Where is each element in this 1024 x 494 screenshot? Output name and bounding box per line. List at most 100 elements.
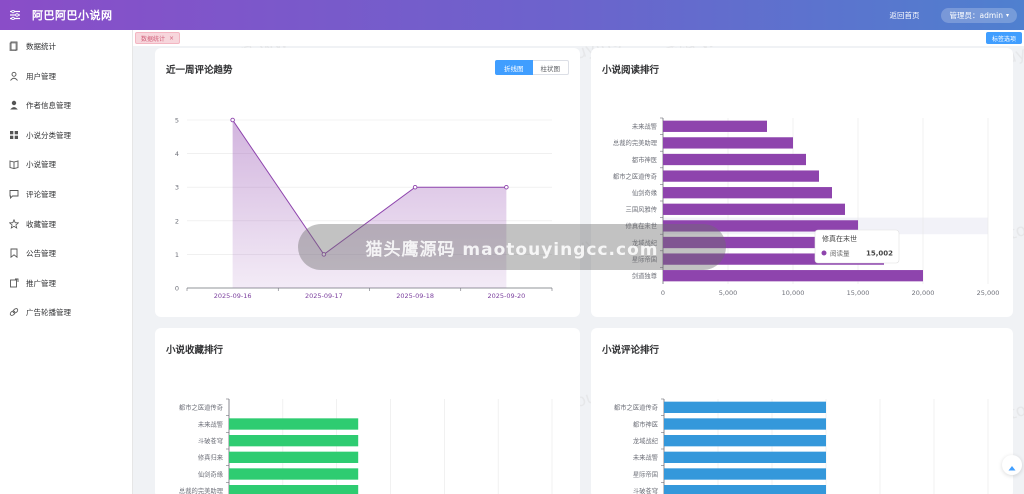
close-icon[interactable]: × [169,35,174,42]
tag-options-button[interactable]: 标签选项 [985,32,1022,44]
y-tick-label: 修真归来 [198,453,224,462]
bar [663,137,793,149]
sidebar-item-collections[interactable]: 收藏管理 [0,214,132,234]
data-point [230,117,235,123]
star-icon [9,219,19,229]
sidebar-item-label: 广告轮播管理 [26,307,71,317]
bar [229,468,359,480]
sidebar-item-novels[interactable]: 小说管理 [0,154,132,174]
sidebar-item-categories[interactable]: 小说分类管理 [0,125,132,145]
bar [663,187,832,199]
watermark-banner: 猫头鹰源码 maotouyingcc.com [298,224,726,270]
sidebar-item-label: 作者信息管理 [26,100,71,110]
comment-trend-card: 近一周评论趋势 折线图 柱状图 0 1 2 3 4 5 2025-09-16 2025-09-… [155,48,580,317]
sidebar-item-promotion[interactable]: 推广管理 [0,273,132,293]
bar [663,153,806,166]
comment-rank-chart: 都市之医道传奇都市神医龙域战纪未来战警星际帝国斗破苍穹 [614,398,989,494]
tooltip-value: 15,002 [866,250,893,258]
bar [664,435,826,447]
grid-icon [9,130,19,140]
reading-rank-chart: 0 5,000 10,000 15,000 20,000 25,000 未来战警总裁的完美助… [613,117,1000,297]
collection-rank-card: 小说收藏排行 都市之医道传奇 未来战警 斗破苍穹 修真归来 仙剑奇缘 总裁的完美助理 [155,328,580,494]
y-tick-label: 总裁的完美助理 [179,486,224,494]
y-tick-label: 龙域战纪 [633,436,659,445]
tooltip-title: 修真在末世 [822,234,857,243]
y-tick-label: 斗破苍穹 [633,486,658,494]
sidebar-item-label: 收藏管理 [26,219,56,229]
y-tick-label: 0 [175,285,179,293]
y-tick-label: 总裁的完美助理 [613,138,658,147]
app-title: 阿巴阿巴小说网 [32,9,113,22]
tag-bar: 数据统计 × 标签选项 [133,30,1024,46]
y-tick-label: 4 [175,150,179,158]
caret-down-icon: ▾ [1005,11,1009,19]
document-icon [9,41,19,51]
bar [663,120,767,132]
sidebar-item-ad-carousel[interactable]: 广告轮播管理 [0,302,132,322]
y-tick-label: 都市之医道传奇 [614,403,658,412]
comment-trend-chart: 0 1 2 3 4 5 2025-09-16 2025-09-17 2025-09-18 2025… [175,117,553,300]
y-tick-label: 1 [175,251,179,259]
x-tick-label: 0 [661,289,665,297]
data-point [412,184,418,190]
y-tick-label: 都市之医道传奇 [613,171,657,180]
sidebar-item-label: 评论管理 [26,189,56,199]
sidebar-item-label: 公告管理 [26,248,56,258]
y-tick-label: 3 [175,184,179,192]
data-point [504,184,509,190]
sidebar-item-users[interactable]: 用户管理 [0,66,132,86]
tag-data-stats[interactable]: 数据统计 × [135,32,181,44]
y-tick-label: 仙剑奇缘 [632,188,658,197]
menu-toggle-icon[interactable] [0,0,30,30]
return-home-link[interactable]: 返回首页 [889,10,919,21]
y-tick-label: 5 [175,117,179,125]
collection-rank-chart: 都市之医道传奇未来战警斗破苍穹修真归来仙剑奇缘总裁的完美助理 [179,398,553,494]
admin-dropdown[interactable]: 管理员：admin ▾ [941,7,1017,23]
reading-rank-card: 小说阅读排行 0 5,000 10,000 15,000 20,000 25,000 未来战… [591,48,1013,317]
tooltip-marker [821,250,827,256]
sidebar-item-authors[interactable]: 作者信息管理 [0,95,132,115]
bar [664,451,826,463]
user-filled-icon [9,100,19,110]
bar [229,418,359,430]
y-tick-label: 仙剑奇缘 [198,469,224,478]
admin-label: 管理员：admin [949,10,1003,20]
y-tick-label: 都市神医 [632,155,657,164]
y-tick-label: 星际帝国 [633,469,658,478]
y-tick-label: 三国风雅传 [626,205,657,214]
x-tick-label: 10,000 [782,289,805,297]
user-icon [9,71,19,81]
y-tick-label: 2 [175,217,179,225]
sidebar-item-announcements[interactable]: 公告管理 [0,243,132,263]
bar [664,485,826,494]
x-tick-label: 15,000 [847,289,870,297]
x-tick-label: 25,000 [977,289,1000,297]
tooltip-series: 阅读量 [830,249,850,258]
bookmark-icon [9,248,19,258]
x-tick-label: 20,000 [912,289,935,297]
book-icon [9,159,19,169]
y-tick-label: 斗破苍穹 [198,436,223,445]
bar [664,401,826,413]
bar [663,203,845,215]
sidebar-item-label: 用户管理 [26,71,56,81]
link-icon [9,307,19,317]
y-tick-label: 未来战警 [198,419,224,428]
x-tick-label: 5,000 [719,289,738,297]
top-header: 阿巴阿巴小说网 返回首页 管理员：admin ▾ [0,0,1024,30]
y-tick-label: 未来战警 [633,453,659,462]
sidebar-item-label: 推广管理 [26,278,56,288]
back-to-top-button[interactable] [1002,455,1022,475]
x-tick-label: 2025-09-16 [214,292,252,300]
sidebar-item-comments[interactable]: 评论管理 [0,184,132,204]
y-tick-label: 都市之医道传奇 [179,403,223,412]
sidebar-item-data-stats[interactable]: 数据统计 [0,36,132,56]
x-tick-label: 2025-09-20 [487,292,525,300]
bar [229,435,359,447]
bar [229,451,359,463]
sidebar: 数据统计 用户管理 作者信息管理 小说分类管理 小说管理 评论管理 收藏管理 公… [0,30,133,494]
sidebar-item-label: 小说管理 [26,159,56,169]
bar [663,170,819,182]
bar [663,270,923,282]
y-tick-label: 剑道独尊 [632,271,657,280]
